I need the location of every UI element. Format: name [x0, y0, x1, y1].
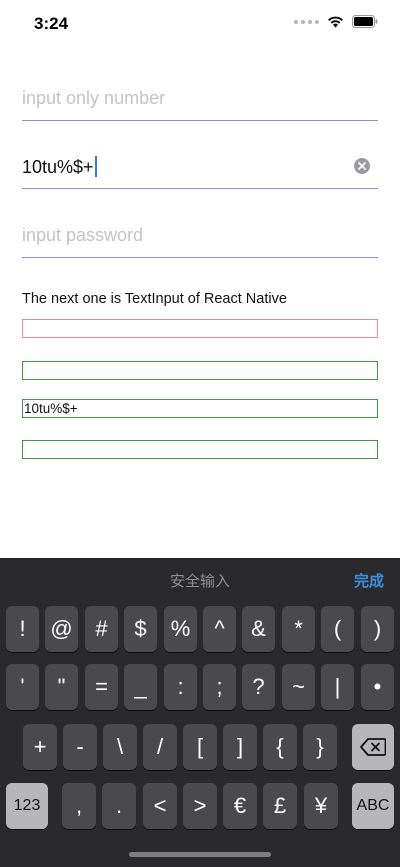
- backspace-key[interactable]: [352, 724, 394, 770]
- key[interactable]: #: [85, 606, 118, 652]
- clear-icon: [358, 162, 366, 170]
- number-input-underline: [22, 120, 378, 121]
- key[interactable]: -: [63, 724, 97, 770]
- key[interactable]: (: [321, 606, 354, 652]
- key[interactable]: ': [6, 664, 39, 710]
- signal-icon: [294, 19, 319, 24]
- key[interactable]: ^: [203, 606, 236, 652]
- key[interactable]: &: [242, 606, 275, 652]
- key[interactable]: ;: [203, 664, 236, 710]
- key[interactable]: [: [183, 724, 217, 770]
- key[interactable]: !: [6, 606, 39, 652]
- key[interactable]: <: [143, 783, 177, 829]
- clear-text-button[interactable]: [354, 158, 370, 174]
- key[interactable]: \: [103, 724, 137, 770]
- wifi-icon: [328, 16, 343, 28]
- text-input-underline: [22, 188, 378, 189]
- number-input[interactable]: input only number: [22, 80, 378, 121]
- text-caret: [94, 156, 97, 177]
- key[interactable]: .: [102, 783, 136, 829]
- key[interactable]: _: [124, 664, 157, 710]
- key[interactable]: ,: [62, 783, 96, 829]
- key[interactable]: /: [143, 724, 177, 770]
- key[interactable]: }: [303, 724, 337, 770]
- key[interactable]: £: [263, 783, 297, 829]
- key[interactable]: +: [23, 724, 57, 770]
- key[interactable]: |: [321, 664, 354, 710]
- key[interactable]: ": [45, 664, 78, 710]
- key[interactable]: %: [164, 606, 197, 652]
- rn-text-input-3[interactable]: 10tu%$+: [22, 399, 378, 418]
- home-indicator: [129, 852, 271, 857]
- key[interactable]: $: [124, 606, 157, 652]
- key[interactable]: €: [223, 783, 257, 829]
- key[interactable]: {: [263, 724, 297, 770]
- rn-text-input-4[interactable]: [22, 440, 378, 459]
- status-icons: [294, 15, 378, 28]
- key[interactable]: *: [282, 606, 315, 652]
- password-input[interactable]: input password: [22, 217, 378, 258]
- rn-text-input-2[interactable]: [22, 361, 378, 380]
- key[interactable]: ~: [282, 664, 315, 710]
- key[interactable]: :: [164, 664, 197, 710]
- key[interactable]: ]: [223, 724, 257, 770]
- rn-text-input-3-value: 10tu%$+: [24, 401, 78, 416]
- abc-mode-key[interactable]: ABC: [352, 783, 394, 829]
- keyboard-title: 安全输入: [169, 573, 230, 590]
- status-bar: 3:24: [0, 0, 400, 48]
- text-input-value: 10tu%$+: [22, 157, 94, 177]
- key[interactable]: •: [361, 664, 394, 710]
- key[interactable]: ?: [242, 664, 275, 710]
- rn-caption: The next one is TextInput of React Nativ…: [22, 291, 287, 307]
- key[interactable]: >: [183, 783, 217, 829]
- key[interactable]: =: [85, 664, 118, 710]
- backspace-icon: [360, 738, 386, 756]
- password-input-placeholder: input password: [22, 225, 144, 245]
- text-input[interactable]: 10tu%$+: [22, 147, 378, 189]
- key[interactable]: @: [45, 606, 78, 652]
- done-button[interactable]: 完成: [354, 570, 384, 591]
- key[interactable]: ¥: [304, 783, 338, 829]
- status-time: 3:24: [34, 14, 69, 33]
- password-input-underline: [22, 257, 378, 258]
- keyboard-toolbar: 安全输入 完成: [0, 558, 400, 598]
- battery-icon: [352, 15, 378, 28]
- rn-text-input-1[interactable]: [22, 319, 378, 338]
- number-input-placeholder: input only number: [22, 88, 166, 108]
- numbers-mode-key[interactable]: 123: [6, 783, 48, 829]
- key[interactable]: ): [361, 606, 394, 652]
